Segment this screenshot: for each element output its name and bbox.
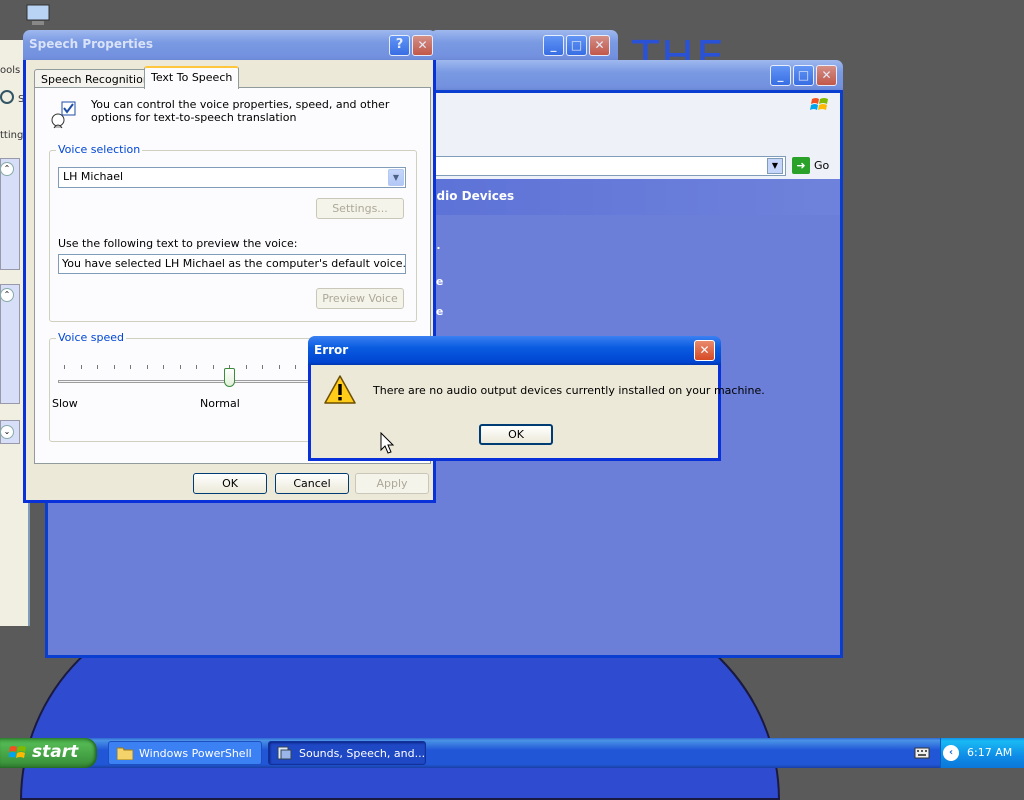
slider-tick	[295, 365, 296, 369]
minimize-icon[interactable]: _	[543, 35, 564, 56]
voice-speed-title: Voice speed	[56, 331, 126, 344]
selected-voice: LH Michael	[63, 170, 124, 183]
desktop-computer-icon[interactable]	[24, 2, 54, 28]
slider-tick	[146, 365, 148, 369]
chevron-down-icon[interactable]: ⌄	[0, 425, 14, 439]
go-arrow-icon: ➜	[792, 157, 810, 174]
clock[interactable]: 6:17 AM	[967, 746, 1012, 759]
apply-button[interactable]: Apply	[355, 473, 429, 494]
voice-selection-group: Voice selection LH Michael ▼ Settings...…	[49, 143, 417, 322]
cancel-button[interactable]: Cancel	[275, 473, 349, 494]
task-label: Windows PowerShell	[139, 747, 252, 760]
preview-label: Use the following text to preview the vo…	[58, 237, 298, 250]
ok-button[interactable]: OK	[193, 473, 267, 494]
chevron-up-icon[interactable]: ⌃	[0, 162, 14, 176]
background-window-2[interactable]: _ □ ✕	[430, 30, 618, 60]
maximize-icon[interactable]: □	[566, 35, 587, 56]
start-button[interactable]: start	[0, 738, 97, 768]
menu-fragment[interactable]: ools	[0, 65, 20, 76]
close-icon[interactable]: ✕	[816, 65, 837, 86]
slider-tick	[278, 365, 280, 369]
chevron-up-icon[interactable]: ⌃	[0, 288, 14, 302]
slider-tick	[212, 365, 214, 369]
intro-text: You can control the voice properties, sp…	[91, 98, 390, 124]
preview-voice-button[interactable]: Preview Voice	[316, 288, 404, 309]
go-label: Go	[814, 159, 830, 172]
warning-icon	[324, 375, 356, 404]
slider-tick	[163, 365, 164, 369]
close-icon[interactable]: ✕	[589, 35, 610, 56]
voice-selection-title: Voice selection	[56, 143, 143, 156]
windows-logo-icon	[810, 98, 828, 110]
error-message: There are no audio output devices curren…	[373, 384, 765, 397]
address-field[interactable]: ▼	[428, 156, 786, 176]
tab-text-to-speech[interactable]: Text To Speech	[144, 66, 240, 89]
maximize-icon[interactable]: □	[793, 65, 814, 86]
show-hidden-icons-chevron-icon[interactable]: ‹	[943, 745, 959, 761]
minimize-icon[interactable]: _	[770, 65, 791, 86]
error-ok-button[interactable]: OK	[479, 424, 553, 445]
search-icon[interactable]	[0, 90, 14, 104]
taskbar: start Windows PowerShell Sounds, Speech,…	[0, 738, 1024, 768]
mouse-cursor-icon	[380, 432, 395, 454]
control-panel-icon	[277, 746, 292, 760]
voice-select[interactable]: LH Michael ▼	[58, 167, 406, 188]
voice-properties-icon	[51, 101, 76, 129]
task-label: Sounds, Speech, and...	[299, 747, 426, 760]
close-icon[interactable]: ✕	[694, 340, 715, 361]
windows-logo-icon	[9, 746, 26, 758]
dialog-title: Speech Properties	[29, 37, 154, 51]
start-label: start	[32, 742, 79, 762]
error-dialog[interactable]: Error ✕ There are no audio output device…	[308, 336, 765, 461]
chevron-down-icon[interactable]: ▼	[388, 169, 404, 186]
slider-tick	[245, 365, 247, 369]
slider-tick	[130, 365, 131, 369]
go-button[interactable]: ➜ Go	[792, 157, 829, 174]
tab-speech-recognition[interactable]: Speech Recognition	[34, 69, 157, 88]
taskbar-item-sounds[interactable]: Sounds, Speech, and...	[268, 741, 426, 765]
keyboard-icon[interactable]	[914, 746, 930, 760]
normal-label: Normal	[200, 397, 240, 410]
folder-icon	[117, 747, 133, 760]
slider-tick	[64, 365, 65, 369]
help-icon[interactable]: ?	[389, 35, 410, 56]
slider-tick	[179, 365, 181, 369]
preview-text-field[interactable]: You have selected LH Michael as the comp…	[58, 254, 406, 274]
chevron-down-icon[interactable]: ▼	[767, 158, 783, 174]
close-icon[interactable]: ✕	[412, 35, 433, 56]
speed-slider-thumb[interactable]	[224, 368, 235, 387]
settings-button[interactable]: Settings...	[316, 198, 404, 219]
error-title: Error	[314, 343, 349, 357]
system-tray: ‹ 6:17 AM	[940, 738, 1024, 768]
slider-tick	[262, 365, 263, 369]
slow-label: Slow	[52, 397, 78, 410]
slider-tick	[113, 365, 115, 369]
task-pane	[0, 284, 20, 404]
slider-tick	[80, 365, 82, 369]
slider-tick	[97, 365, 98, 369]
slider-tick	[196, 365, 197, 369]
panel-header-title: udio Devices	[428, 189, 515, 203]
taskbar-item-powershell[interactable]: Windows PowerShell	[108, 741, 262, 765]
